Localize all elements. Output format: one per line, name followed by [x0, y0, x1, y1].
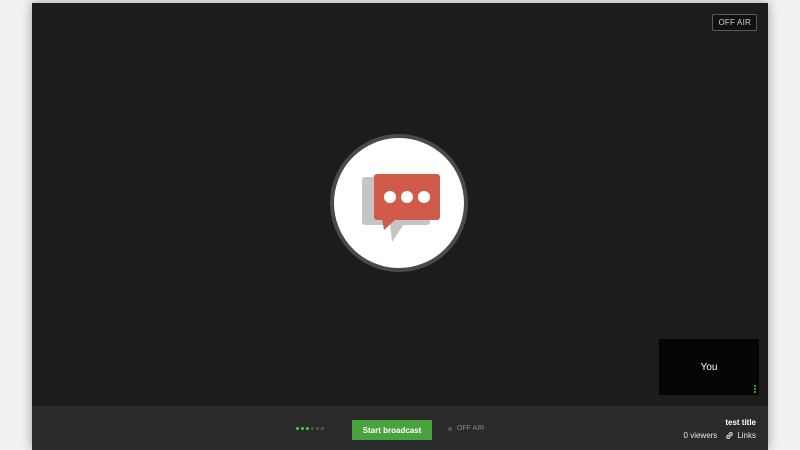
chat-bubble-icon — [362, 174, 440, 242]
viewer-count: 0 viewers — [683, 431, 718, 440]
signal-dot — [321, 427, 324, 430]
status-badge: OFF AIR — [712, 14, 757, 31]
signal-dot — [306, 427, 309, 430]
self-preview-label: You — [700, 361, 718, 373]
links-button[interactable]: Links — [725, 431, 756, 440]
status-dot-icon — [448, 426, 452, 431]
signal-dot — [301, 427, 304, 430]
signal-dot — [311, 427, 314, 430]
links-label: Links — [737, 431, 756, 440]
broadcast-title: test title — [725, 418, 756, 427]
self-preview-tile[interactable]: You — [659, 339, 759, 395]
air-status: OFF AIR — [448, 425, 484, 432]
link-icon — [726, 432, 734, 439]
page: OFF AIR You Start broadcast OFF AIR test… — [0, 0, 800, 450]
participant-avatar — [330, 134, 468, 272]
start-broadcast-button[interactable]: Start broadcast — [352, 420, 432, 440]
video-stage: OFF AIR You — [32, 3, 768, 406]
air-status-label: OFF AIR — [457, 425, 485, 432]
signal-strength-indicator — [296, 427, 324, 430]
vertical-dots-icon[interactable] — [754, 385, 757, 393]
control-bar: Start broadcast OFF AIR test title 0 vie… — [32, 406, 768, 450]
broadcast-meta: 0 viewers Links — [684, 431, 756, 440]
signal-dot — [316, 427, 319, 430]
broadcast-window: OFF AIR You Start broadcast OFF AIR test… — [32, 3, 768, 450]
signal-dot — [296, 427, 299, 430]
broadcast-info: test title 0 viewers Links — [684, 417, 756, 440]
